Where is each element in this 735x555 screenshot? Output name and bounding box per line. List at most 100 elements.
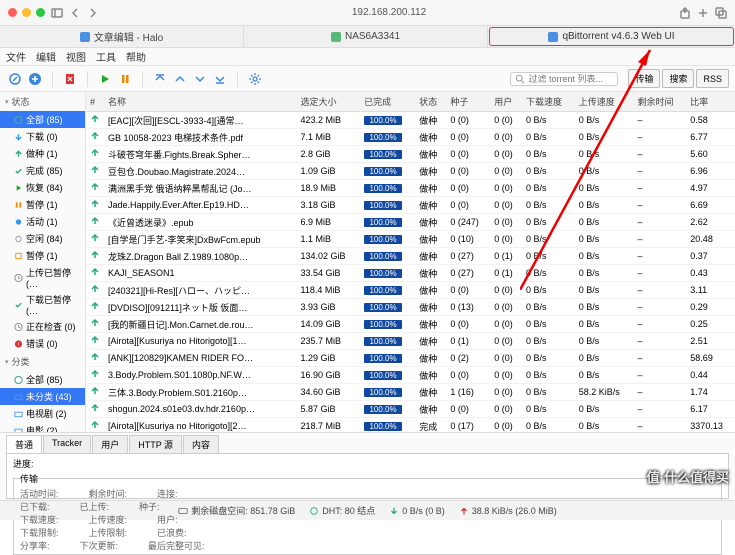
table-row[interactable]: [Airota][Kusuriya no Hitorigoto][1… 235.… bbox=[86, 333, 735, 350]
table-row[interactable]: [Airota][Kusuriya no Hitorigoto][2… 218.… bbox=[86, 418, 735, 433]
column-header[interactable]: 名称 bbox=[104, 92, 296, 112]
sidebar-item[interactable]: 全部 (85) bbox=[0, 111, 85, 128]
column-header[interactable]: 比率 bbox=[686, 92, 735, 112]
table-row[interactable]: Jade.Happily.Ever.After.Ep19.HD… 3.18 Gi… bbox=[86, 197, 735, 214]
table-row[interactable]: 斗破苍穹年番.Fights.Break.Spher… 2.8 GiB 100.0… bbox=[86, 146, 735, 163]
table-row[interactable]: 豆包仓.Doubao.Magistrate.2024… 1.09 GiB 100… bbox=[86, 163, 735, 180]
sidebar-item[interactable]: 活动 (1) bbox=[0, 213, 85, 230]
sidebar-item[interactable]: 暂停 (1) bbox=[0, 247, 85, 264]
delete-icon[interactable] bbox=[61, 70, 79, 88]
browser-tab[interactable]: qBittorrent v4.6.3 Web UI bbox=[489, 27, 734, 46]
detail-tab[interactable]: 用户 bbox=[92, 435, 128, 453]
table-row[interactable]: [自学是门手艺-李笑来]DxBwFcm.epub 1.1 MiB 100.0% … bbox=[86, 231, 735, 248]
menu-item[interactable]: 工具 bbox=[96, 49, 116, 64]
sidebar-item[interactable]: 完成 (85) bbox=[0, 162, 85, 179]
filter-box[interactable] bbox=[510, 72, 618, 86]
table-row[interactable]: [240321][Hi-Res][ハロー、ハッピ… 118.4 MiB 100.… bbox=[86, 282, 735, 299]
add-torrent-icon[interactable] bbox=[26, 70, 44, 88]
sidebar-item[interactable]: 上传已暂停 (… bbox=[0, 264, 85, 291]
start-icon[interactable] bbox=[96, 70, 114, 88]
table-row[interactable]: 《近曾透迷录》.epub 6.9 MiB 100.0% 做种 0 (247) 0… bbox=[86, 214, 735, 231]
seeds-cell: 0 (2) bbox=[446, 350, 490, 367]
column-header[interactable]: 用户 bbox=[490, 92, 522, 112]
browser-tab[interactable]: NAS6A3341 bbox=[244, 26, 488, 47]
rss-tab-button[interactable]: RSS bbox=[696, 69, 729, 88]
pause-icon[interactable] bbox=[116, 70, 134, 88]
size-cell: 423.2 MiB bbox=[296, 112, 360, 129]
eta-cell: – bbox=[634, 163, 687, 180]
back-icon[interactable] bbox=[69, 7, 81, 19]
tab-label: qBittorrent v4.6.3 Web UI bbox=[562, 31, 674, 42]
column-header[interactable]: # bbox=[86, 92, 104, 112]
sidebar-group-header[interactable]: 状态 bbox=[0, 92, 85, 111]
sidebar-item[interactable]: 空闲 (84) bbox=[0, 230, 85, 247]
table-row[interactable]: [我的新疆日记].Mon.Carnet.de.rou… 14.09 GiB 10… bbox=[86, 316, 735, 333]
dl-cell: 0 B/s bbox=[522, 418, 575, 433]
transfer-tab-button[interactable]: 传输 bbox=[628, 69, 660, 88]
sidebar-item[interactable]: 未分类 (43) bbox=[0, 388, 85, 405]
column-header[interactable]: 状态 bbox=[415, 92, 446, 112]
dl-cell: 0 B/s bbox=[522, 367, 575, 384]
sidebar-item[interactable]: 正在检查 (0) bbox=[0, 318, 85, 335]
column-header[interactable]: 选定大小 bbox=[296, 92, 360, 112]
table-row[interactable]: KAJI_SEASON1 33.54 GiB 100.0% 做种 0 (27) … bbox=[86, 265, 735, 282]
detail-tab[interactable]: 内容 bbox=[183, 435, 219, 453]
column-header[interactable]: 种子 bbox=[446, 92, 490, 112]
table-row[interactable]: [ANK][120829]KAMEN RIDER FO… 1.29 GiB 10… bbox=[86, 350, 735, 367]
table-row[interactable]: shogun.2024.s01e03.dv.hdr.2160p… 5.87 Gi… bbox=[86, 401, 735, 418]
forward-icon[interactable] bbox=[87, 7, 99, 19]
menu-item[interactable]: 编辑 bbox=[36, 49, 56, 64]
address-bar[interactable]: 192.168.200.112 bbox=[352, 7, 426, 18]
progress-cell: 100.0% bbox=[360, 350, 415, 367]
progress-cell: 100.0% bbox=[360, 282, 415, 299]
sidebar-item[interactable]: 全部 (85) bbox=[0, 371, 85, 388]
table-row[interactable]: 满洲黑手党 俄语纳粹黑帮乱记 (Jo… 18.9 MiB 100.0% 做种 0… bbox=[86, 180, 735, 197]
sidebar-item[interactable]: 电视剧 (2) bbox=[0, 405, 85, 422]
sidebar-item[interactable]: 做种 (1) bbox=[0, 145, 85, 162]
column-header[interactable]: 剩余时间 bbox=[634, 92, 687, 112]
move-up-icon[interactable] bbox=[171, 70, 189, 88]
table-row[interactable]: 龙珠Z.Dragon Ball Z.1989.1080p… 134.02 GiB… bbox=[86, 248, 735, 265]
sidebar-item[interactable]: 恢复 (84) bbox=[0, 179, 85, 196]
sidebar-item[interactable]: 暂停 (1) bbox=[0, 196, 85, 213]
detail-tab[interactable]: Tracker bbox=[43, 435, 91, 453]
torrent-table[interactable]: #名称选定大小已完成状态种子用户下载速度上传速度剩余时间比率 [EAC][次回]… bbox=[86, 92, 735, 432]
sidebar-item[interactable]: 下载 (0) bbox=[0, 128, 85, 145]
column-header[interactable]: 已完成 bbox=[360, 92, 415, 112]
close-window[interactable] bbox=[8, 8, 17, 17]
tabs-overview-icon[interactable] bbox=[715, 7, 727, 19]
table-row[interactable]: [EAC][次回][ESCL-3933-4][通常… 423.2 MiB 100… bbox=[86, 112, 735, 129]
sidebar-toggle-icon[interactable] bbox=[51, 7, 63, 19]
search-tab-button[interactable]: 搜索 bbox=[662, 69, 694, 88]
sidebar-item[interactable]: 下载已暂停 (… bbox=[0, 291, 85, 318]
table-row[interactable]: 3.Body.Problem.S01.1080p.NF.W… 16.90 GiB… bbox=[86, 367, 735, 384]
detail-tab[interactable]: 普通 bbox=[6, 435, 42, 453]
table-row[interactable]: [DVDISO][091211]ネット版 仮面… 3.93 GiB 100.0%… bbox=[86, 299, 735, 316]
sidebar-item[interactable]: 电影 (2) bbox=[0, 422, 85, 432]
move-top-icon[interactable] bbox=[151, 70, 169, 88]
column-header[interactable]: 下载速度 bbox=[522, 92, 575, 112]
menu-item[interactable]: 文件 bbox=[6, 49, 26, 64]
share-icon[interactable] bbox=[679, 7, 691, 19]
add-link-icon[interactable] bbox=[6, 70, 24, 88]
column-header[interactable]: 上传速度 bbox=[575, 92, 634, 112]
size-cell: 14.09 GiB bbox=[296, 316, 360, 333]
maximize-window[interactable] bbox=[36, 8, 45, 17]
table-row[interactable]: GB 10058-2023 电梯技术条件.pdf 7.1 MiB 100.0% … bbox=[86, 129, 735, 146]
sidebar-item[interactable]: !错误 (0) bbox=[0, 335, 85, 352]
move-bottom-icon[interactable] bbox=[211, 70, 229, 88]
menu-item[interactable]: 帮助 bbox=[126, 49, 146, 64]
browser-tab[interactable]: 文章编辑 - Halo bbox=[0, 26, 244, 47]
move-down-icon[interactable] bbox=[191, 70, 209, 88]
seeds-cell: 0 (27) bbox=[446, 248, 490, 265]
minimize-window[interactable] bbox=[22, 8, 31, 17]
detail-tab[interactable]: HTTP 源 bbox=[129, 435, 182, 453]
settings-icon[interactable] bbox=[246, 70, 264, 88]
filter-input[interactable] bbox=[528, 74, 613, 84]
new-tab-icon[interactable] bbox=[697, 7, 709, 19]
sidebar-group-header[interactable]: 分类 bbox=[0, 352, 85, 371]
menu-item[interactable]: 视图 bbox=[66, 49, 86, 64]
table-row[interactable]: 三体.3.Body.Problem.S01.2160p… 34.60 GiB 1… bbox=[86, 384, 735, 401]
peers-cell: 0 (0) bbox=[490, 401, 522, 418]
error-icon: ! bbox=[14, 339, 23, 348]
